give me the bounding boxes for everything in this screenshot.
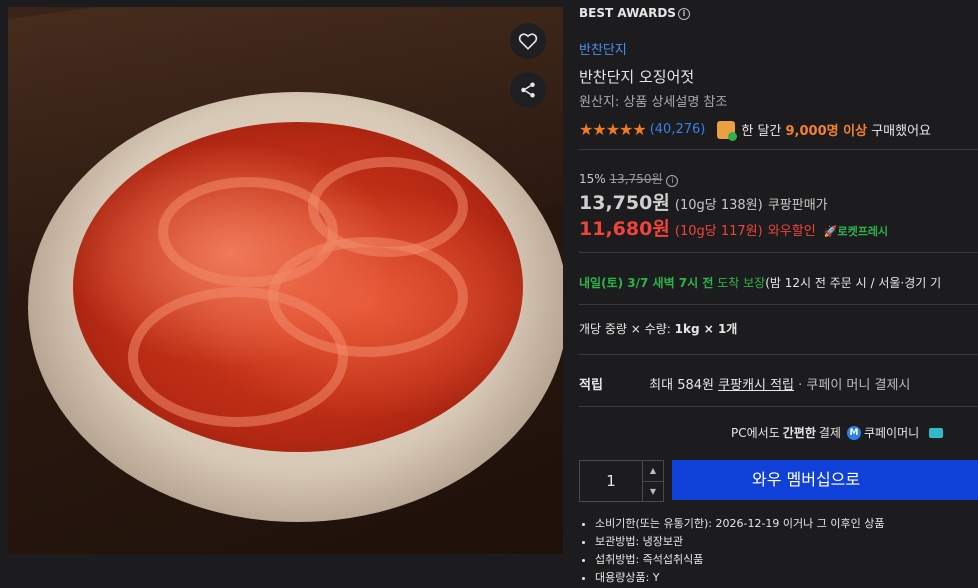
review-count-link[interactable]: (40,276) bbox=[650, 122, 706, 137]
divider bbox=[579, 406, 978, 407]
delivery-note: (밤 12시 전 주문 시 / 서울·경기 기 bbox=[765, 276, 942, 290]
wow-price: 11,680원 bbox=[579, 218, 670, 240]
points-row: 적립 최대 584원 쿠팡캐시 적립 · 쿠페이 머니 결제시 bbox=[579, 374, 910, 393]
squid-strip bbox=[308, 157, 468, 257]
list-item: 소비기한(또는 유통기한): 2026-12-19 이거나 그 이후인 상품 bbox=[595, 515, 884, 533]
original-price: 13,750원 bbox=[609, 172, 663, 186]
points-note: · 쿠페이 머니 결제시 bbox=[798, 378, 911, 393]
share-button[interactable] bbox=[510, 72, 546, 108]
sale-price-row: 13,750원 (10g당 138원) 쿠팡판매가 bbox=[579, 188, 828, 215]
delivery-info: 내일(토) 3/7 새벽 7시 전 도착 보장(밤 12시 전 주문 시 / 서… bbox=[579, 274, 941, 291]
option-line: 개당 중량 × 수량: 1kg × 1개 bbox=[579, 322, 738, 336]
product-title: 반찬단지 오징어젓 bbox=[579, 68, 695, 86]
wow-membership-button[interactable]: 와우 멤버십으로 bbox=[672, 460, 978, 500]
wishlist-button[interactable] bbox=[510, 23, 546, 59]
origin-text: 원산지: 상품 상세설명 참조 bbox=[579, 95, 728, 110]
wow-price-row: 11,680원 (10g당 117원) 와우할인 🚀로켓프레시 bbox=[579, 214, 888, 241]
discount-row: 15% 13,750원 i bbox=[579, 170, 679, 187]
divider bbox=[579, 354, 978, 355]
rating-stars[interactable]: ★★★★★ bbox=[579, 120, 647, 139]
points-label: 적립 bbox=[579, 378, 603, 393]
card-icon bbox=[929, 427, 944, 438]
coupay-money-label[interactable]: 쿠페이머니 bbox=[864, 424, 919, 441]
list-item: 보관방법: 냉장보관 bbox=[595, 533, 884, 551]
decrease-button[interactable]: ▼ bbox=[643, 482, 663, 502]
spec-list: 소비기한(또는 유통기한): 2026-12-19 이거나 그 이후인 상품 보… bbox=[579, 515, 884, 587]
best-awards-badge[interactable]: BEST AWARDS i bbox=[579, 6, 690, 20]
share-icon bbox=[521, 82, 535, 98]
points-max: 최대 584원 bbox=[649, 378, 714, 393]
sale-label: 쿠팡판매가 bbox=[767, 198, 828, 213]
product-image[interactable] bbox=[8, 7, 563, 554]
divider bbox=[579, 304, 978, 305]
coupay-money-icon: M bbox=[846, 425, 861, 440]
chevron-up-icon: ▲ bbox=[649, 466, 657, 476]
delivery-guarantee: 도착 보장 bbox=[717, 276, 766, 290]
rocket-icon: 🚀 bbox=[823, 225, 838, 238]
discount-rate: 15% bbox=[579, 172, 606, 186]
product-info-panel: BEST AWARDS i 반찬단지 반찬단지 오징어젓 원산지: 상품 상세설명… bbox=[579, 0, 978, 588]
shopping-bag-icon bbox=[717, 120, 738, 141]
quantity-input[interactable]: 1 bbox=[580, 461, 642, 501]
list-item: 섭취방법: 즉석섭취식품 bbox=[595, 551, 884, 569]
price-info-icon[interactable]: i bbox=[666, 175, 679, 187]
quantity-stepper[interactable]: 1 ▲ ▼ bbox=[579, 460, 664, 502]
wow-label: 와우할인 bbox=[767, 224, 816, 239]
sale-price: 13,750원 bbox=[579, 192, 670, 214]
rating-row: ★★★★★ (40,276) 한 달간 9,000명 이상 구매했어요 bbox=[579, 120, 931, 141]
purchase-count-text: 한 달간 9,000명 이상 구매했어요 bbox=[741, 124, 931, 139]
heart-icon bbox=[518, 33, 538, 50]
divider bbox=[579, 149, 978, 150]
sale-unit-price: (10g당 138원) bbox=[674, 198, 763, 213]
rocket-fresh-badge: 🚀로켓프레시 bbox=[823, 225, 889, 238]
increase-button[interactable]: ▲ bbox=[643, 461, 663, 482]
quantity-steps: ▲ ▼ bbox=[642, 461, 663, 501]
squid-strip bbox=[128, 287, 348, 427]
divider bbox=[579, 252, 978, 253]
coupang-cash-link[interactable]: 쿠팡캐시 적립 bbox=[718, 378, 794, 393]
brand-link[interactable]: 반찬단지 bbox=[579, 39, 627, 58]
delivery-date: 내일(토) 3/7 새벽 7시 전 bbox=[579, 276, 714, 290]
wow-unit-price: (10g당 117원) bbox=[674, 224, 763, 239]
chevron-down-icon: ▼ bbox=[649, 486, 657, 496]
pc-pay-banner: PC에서도 간편한 결제 M 쿠페이머니 bbox=[731, 424, 944, 441]
list-item: 대용량상품: Y bbox=[595, 569, 884, 587]
info-icon[interactable]: i bbox=[677, 8, 690, 20]
